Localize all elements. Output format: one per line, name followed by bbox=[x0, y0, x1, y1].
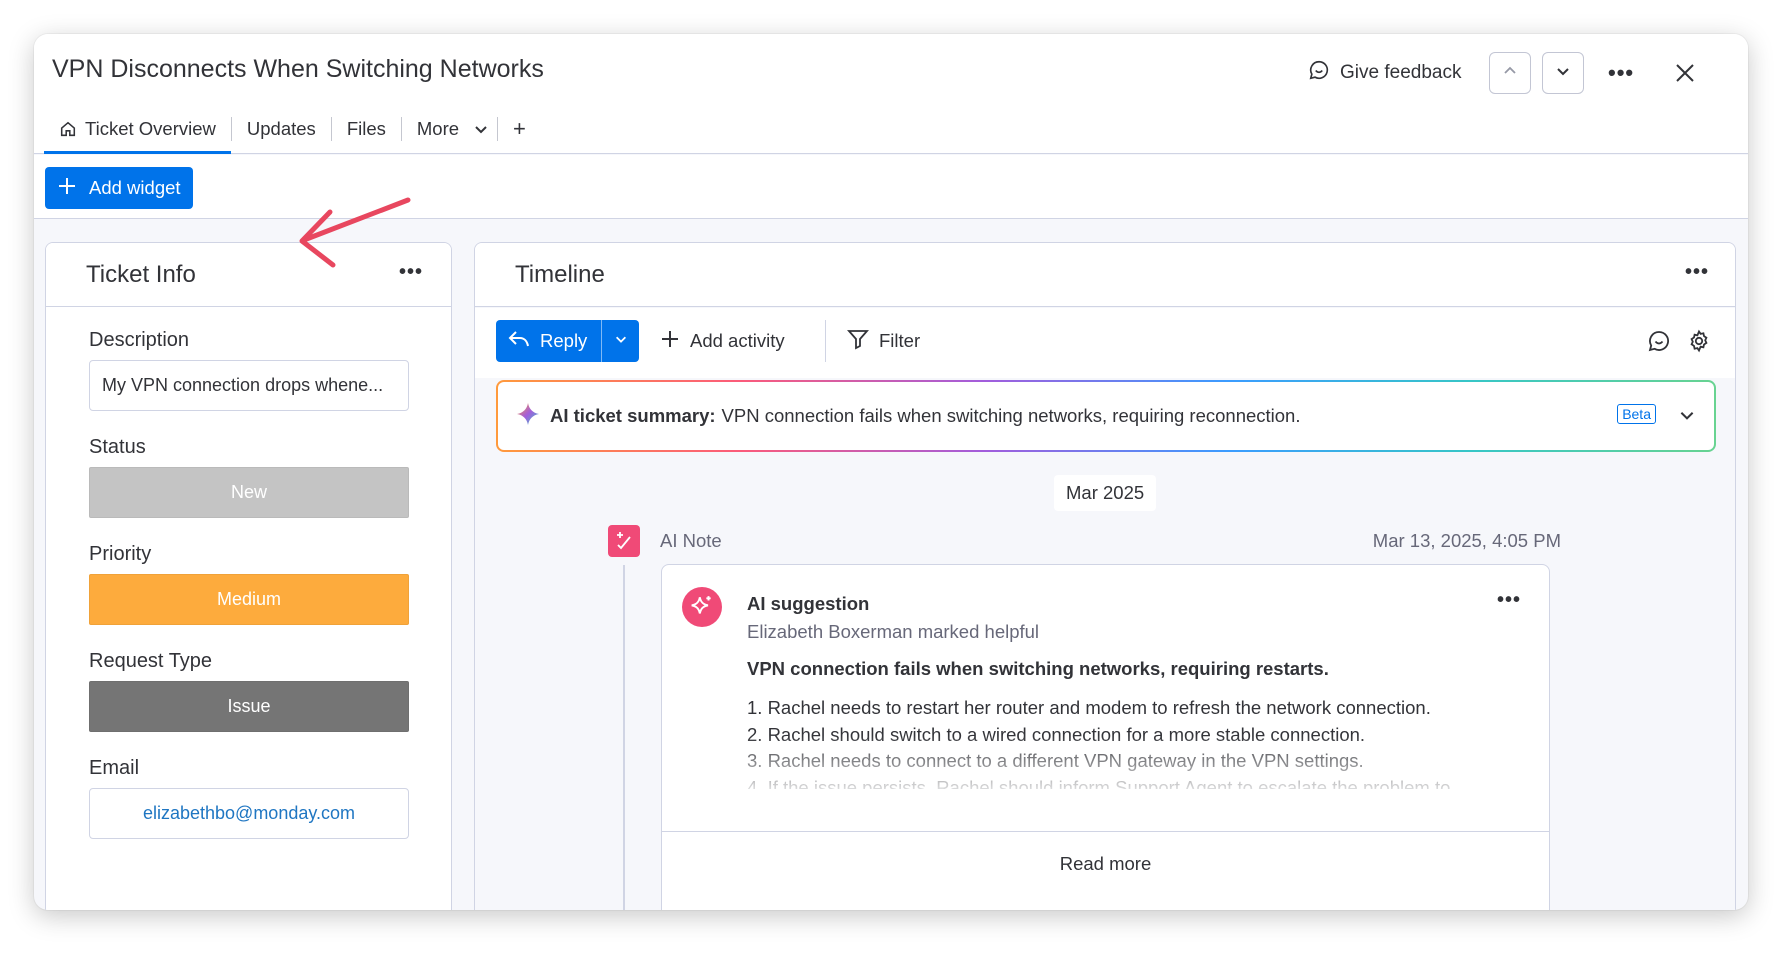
description-field[interactable]: My VPN connection drops whene... bbox=[89, 360, 409, 411]
chat-bubble-icon bbox=[1308, 59, 1330, 87]
ai-summary-label: AI ticket summary: bbox=[550, 405, 716, 426]
timeline-line bbox=[623, 565, 625, 910]
window-header: VPN Disconnects When Switching Networks … bbox=[34, 34, 1748, 154]
ai-note-icon bbox=[608, 525, 640, 557]
add-widget-label: Add widget bbox=[89, 177, 181, 198]
suggestion-headline: VPN connection fails when switching netw… bbox=[747, 658, 1329, 679]
list-item: 2. Rachel should switch to a wired conne… bbox=[747, 723, 1366, 745]
ticket-fields: Description My VPN connection drops when… bbox=[89, 329, 409, 864]
reply-arrow-icon bbox=[508, 330, 530, 353]
ticket-info-widget: Ticket Info ••• Description My VPN conne… bbox=[45, 242, 452, 910]
suggestion-steps: 1. Rachel needs to restart her router an… bbox=[747, 695, 1527, 789]
widget-title: Ticket Info bbox=[86, 261, 196, 288]
tab-label: More bbox=[416, 118, 460, 139]
sparkle-icon bbox=[516, 402, 540, 431]
widget-title: Timeline bbox=[515, 261, 605, 288]
timeline-widget: Timeline ••• Reply Add activity Filter A… bbox=[474, 242, 1736, 910]
add-activity-button[interactable]: Add activity bbox=[660, 320, 785, 362]
ai-suggestion-card: AI suggestion Elizabeth Boxerman marked … bbox=[661, 564, 1550, 910]
add-activity-label: Add activity bbox=[690, 330, 785, 351]
chevron-up-icon bbox=[1502, 63, 1518, 84]
widget-header: Timeline ••• bbox=[475, 243, 1735, 307]
chevron-down-icon[interactable] bbox=[1678, 406, 1696, 429]
sparkle-icon bbox=[682, 587, 722, 627]
tab-updates[interactable]: Updates bbox=[232, 104, 331, 154]
ai-summary-content: AI ticket summary: VPN connection fails … bbox=[498, 382, 1714, 450]
month-divider: Mar 2025 bbox=[1054, 475, 1157, 511]
tab-label: Files bbox=[346, 118, 386, 139]
reply-button[interactable]: Reply bbox=[496, 320, 639, 362]
annotation-arrow-icon bbox=[299, 197, 411, 268]
chevron-down-icon bbox=[473, 121, 489, 137]
reply-main[interactable]: Reply bbox=[496, 320, 602, 362]
ai-summary-banner[interactable]: AI ticket summary: VPN connection fails … bbox=[496, 380, 1716, 452]
status-badge[interactable]: New bbox=[89, 467, 409, 518]
request-type-label: Request Type bbox=[89, 650, 213, 672]
ai-summary-text: VPN connection fails when switching netw… bbox=[721, 405, 1301, 426]
add-tab-button[interactable]: + bbox=[498, 104, 541, 154]
toolbar-divider bbox=[825, 320, 826, 362]
tab-more[interactable]: More bbox=[402, 104, 497, 154]
list-item: 1. Rachel needs to restart her router an… bbox=[747, 697, 1431, 718]
list-item: 3. Rachel needs to connect to a differen… bbox=[747, 750, 1364, 771]
tab-bar: Ticket Overview Updates Files More + bbox=[44, 104, 541, 154]
previous-item-button[interactable] bbox=[1489, 52, 1531, 94]
beta-badge: Beta bbox=[1617, 404, 1656, 424]
filter-label: Filter bbox=[879, 330, 921, 351]
request-type-badge[interactable]: Issue bbox=[89, 681, 409, 732]
ticket-window: VPN Disconnects When Switching Networks … bbox=[34, 34, 1748, 910]
page-title: VPN Disconnects When Switching Networks bbox=[52, 55, 544, 83]
timeline-feed: Mar 2025 AI Note Mar 13, 2025, 4:05 PM A… bbox=[475, 455, 1735, 910]
suggestion-menu-icon[interactable]: ••• bbox=[1497, 589, 1521, 612]
tab-label: Ticket Overview bbox=[85, 118, 216, 139]
tab-label: Updates bbox=[246, 118, 316, 139]
note-type-label: AI Note bbox=[660, 530, 722, 551]
next-item-button[interactable] bbox=[1542, 52, 1584, 94]
home-icon bbox=[59, 120, 77, 138]
give-feedback-button[interactable]: Give feedback bbox=[1308, 52, 1461, 94]
note-timestamp: Mar 13, 2025, 4:05 PM bbox=[1372, 530, 1561, 551]
list-item: 4. If the issue persists, Rachel should … bbox=[747, 776, 1466, 790]
reply-label: Reply bbox=[540, 330, 588, 351]
filter-button[interactable]: Filter bbox=[847, 320, 920, 362]
email-field[interactable]: elizabethbo@monday.com bbox=[89, 788, 409, 839]
plus-icon: + bbox=[513, 116, 526, 141]
plus-icon bbox=[57, 176, 77, 201]
email-label: Email bbox=[89, 757, 140, 779]
widget-menu-icon[interactable]: ••• bbox=[1685, 261, 1709, 284]
description-label: Description bbox=[89, 329, 190, 351]
close-icon[interactable] bbox=[1670, 58, 1700, 88]
chat-bubble-icon[interactable] bbox=[1646, 328, 1672, 354]
give-feedback-label: Give feedback bbox=[1340, 62, 1462, 83]
chevron-down-icon bbox=[614, 332, 628, 351]
tab-files[interactable]: Files bbox=[332, 104, 401, 154]
suggestion-subtitle: Elizabeth Boxerman marked helpful bbox=[747, 621, 1040, 642]
timeline-toolbar: Reply Add activity Filter bbox=[475, 308, 1735, 378]
tab-ticket-overview[interactable]: Ticket Overview bbox=[44, 104, 231, 154]
suggestion-title: AI suggestion bbox=[747, 593, 870, 614]
chevron-down-icon bbox=[1555, 63, 1571, 84]
priority-badge[interactable]: Medium bbox=[89, 574, 409, 625]
priority-label: Priority bbox=[89, 543, 152, 565]
status-label: Status bbox=[89, 436, 146, 458]
read-more-button[interactable]: Read more bbox=[662, 831, 1549, 896]
plus-icon bbox=[660, 329, 680, 354]
add-widget-button[interactable]: Add widget bbox=[45, 167, 193, 209]
filter-icon bbox=[847, 328, 869, 355]
gear-icon[interactable] bbox=[1686, 328, 1712, 354]
reply-dropdown[interactable] bbox=[602, 320, 639, 362]
more-options-icon[interactable]: ••• bbox=[1608, 60, 1634, 86]
header-actions: Give feedback ••• bbox=[1308, 52, 1748, 94]
